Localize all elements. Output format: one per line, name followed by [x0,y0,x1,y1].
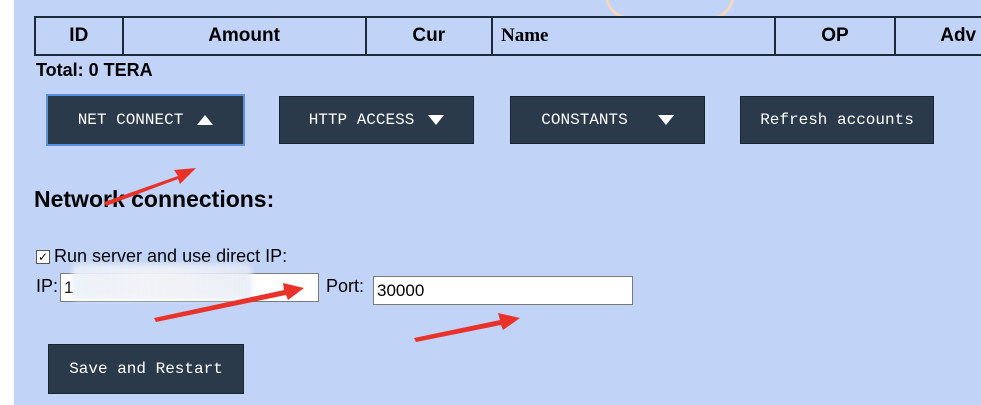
column-header-adv[interactable]: Adv [896,18,981,54]
http-access-label: HTTP ACCESS [308,111,415,129]
total-balance: Total: 0 TERA [36,60,153,80]
triangle-down-icon [657,115,674,125]
run-server-checkbox[interactable]: ✓ [36,249,50,264]
section-title: Network connections: [34,186,275,212]
port-input[interactable]: 30000 [373,276,633,305]
column-header-cur[interactable]: Cur [367,18,493,54]
net-connect-label: NET CONNECT [77,111,184,129]
refresh-accounts-button[interactable]: Refresh accounts [740,96,934,144]
column-header-name[interactable]: Name [493,18,776,54]
accounts-table-header: ID Amount Cur Name OP Adv [34,16,981,56]
triangle-up-icon [197,115,214,125]
triangle-down-icon [428,115,445,125]
save-restart-button[interactable]: Save and Restart [48,344,244,394]
column-header-id[interactable]: ID [36,18,124,54]
port-label: Port: [326,276,365,296]
ip-label: IP: [36,276,59,296]
http-access-button[interactable]: HTTP ACCESS [279,96,474,144]
column-header-amount[interactable]: Amount [124,18,367,54]
constants-button[interactable]: CONSTANTS [510,96,705,144]
redaction-blur [72,264,252,300]
net-connect-button[interactable]: NET CONNECT [46,94,245,146]
column-header-op[interactable]: OP [776,18,897,54]
constants-label: CONSTANTS [541,111,628,129]
